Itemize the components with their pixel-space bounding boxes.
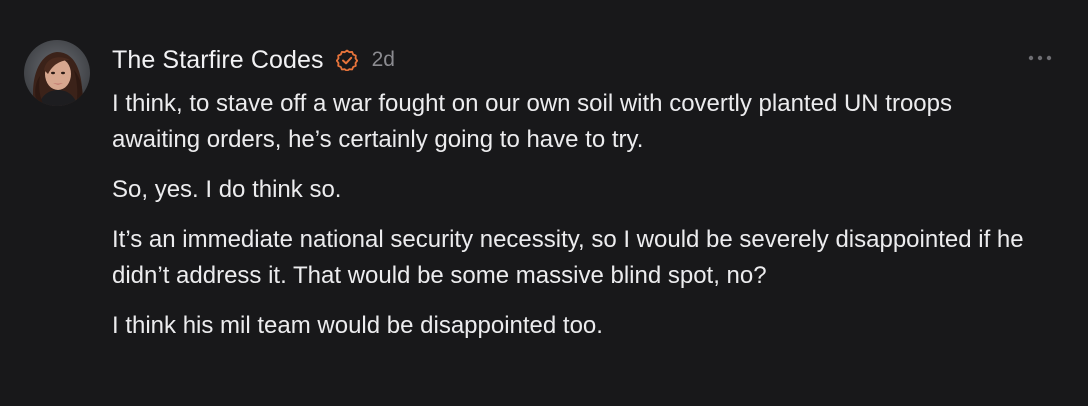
verified-badge-icon [335, 49, 358, 72]
author-name[interactable]: The Starfire Codes [112, 46, 324, 75]
comment-paragraph: I think, to stave off a war fought on ou… [112, 90, 952, 153]
timestamp[interactable]: 2d [372, 48, 395, 72]
comment: The Starfire Codes 2d I think, to stave … [0, 0, 1088, 406]
comment-paragraph: It’s an immediate national security nece… [112, 226, 1024, 289]
comment-paragraph: I think his mil team would be disappoint… [112, 312, 603, 339]
more-options-icon[interactable] [1024, 46, 1056, 70]
comment-paragraph: So, yes. I do think so. [112, 176, 342, 203]
comment-header: The Starfire Codes 2d [112, 40, 395, 80]
avatar[interactable] [24, 40, 90, 106]
comment-body: I think, to stave off a war fought on ou… [112, 86, 1042, 358]
avatar-image [24, 40, 90, 106]
